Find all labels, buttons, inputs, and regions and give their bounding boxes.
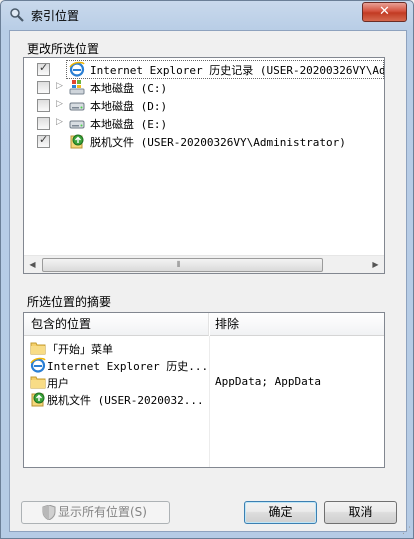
summary-row: 脱机文件 (USER-2020032...	[24, 390, 384, 407]
show-all-locations-button[interactable]: 显示所有位置(S)	[21, 501, 170, 524]
folder-icon	[30, 340, 46, 356]
show-all-locations-label: 显示所有位置(S)	[58, 505, 147, 519]
scroll-thumb[interactable]: ⦀	[42, 258, 323, 272]
summary-label: 所选位置的摘要	[27, 295, 112, 309]
window-title: 索引位置	[31, 9, 80, 23]
location-row[interactable]: ✓ 脱机文件 (USER-20200326VY\Administrator)	[24, 132, 384, 150]
folder-icon	[30, 374, 46, 390]
location-row[interactable]: ▷ 本地磁盘 (C:)	[24, 78, 384, 96]
indexed-locations-window: 索引位置 ✕ 更改所选位置 ✓ Internet Explorer 历史记录 (U…	[0, 0, 414, 539]
location-label: 脱机文件 (USER-20200326VY\Administrator)	[90, 136, 346, 149]
uac-shield-icon	[42, 505, 56, 520]
ie-icon	[69, 61, 85, 77]
scroll-left-arrow-icon[interactable]: ◀	[24, 256, 41, 273]
ie-icon	[30, 357, 46, 373]
resize-grip-icon[interactable]: ⋰	[402, 526, 411, 536]
expand-arrow-icon[interactable]: ▷	[56, 99, 63, 109]
location-checkbox[interactable]	[37, 99, 50, 112]
location-checkbox[interactable]: ✓	[37, 61, 50, 76]
windows-drive-icon	[69, 79, 85, 95]
drive-icon	[69, 97, 85, 113]
expand-arrow-icon[interactable]: ▷	[56, 117, 63, 127]
excluded-locations: AppData; AppData	[215, 375, 321, 388]
location-row[interactable]: ✓ Internet Explorer 历史记录 (USER-20200326VY…	[24, 60, 385, 79]
title-bar[interactable]: 索引位置 ✕	[1, 1, 413, 29]
included-location: Internet Explorer 历史...	[47, 360, 209, 373]
location-checkbox[interactable]: ✓	[37, 133, 50, 148]
location-label: Internet Explorer 历史记录 (USER-20200326VY\…	[90, 64, 385, 77]
included-location: 脱机文件 (USER-2020032...	[47, 394, 204, 407]
offline-files-icon	[69, 133, 85, 149]
location-label: 本地磁盘 (C:)	[90, 82, 168, 95]
included-location: 用户	[47, 377, 69, 390]
change-locations-label: 更改所选位置	[27, 42, 100, 56]
magnifier-icon	[10, 8, 24, 22]
cancel-button[interactable]: 取消	[324, 501, 397, 524]
checkmark-icon: ✓	[39, 133, 49, 146]
location-row[interactable]: ▷ 本地磁盘 (E:)	[24, 114, 384, 132]
ok-button[interactable]: 确定	[244, 501, 317, 524]
close-button[interactable]: ✕	[362, 2, 407, 22]
location-row[interactable]: ▷ 本地磁盘 (D:)	[24, 96, 384, 114]
location-label: 本地磁盘 (E:)	[90, 118, 168, 131]
horizontal-scrollbar[interactable]: ◀ ⦀ ▶	[24, 255, 384, 273]
scroll-grip-icon: ⦀	[177, 260, 182, 269]
location-label: 本地磁盘 (D:)	[90, 100, 168, 113]
checkmark-icon: ✓	[39, 61, 49, 74]
summary-row: 用户 AppData; AppData	[24, 373, 384, 390]
location-checkbox[interactable]	[37, 81, 50, 94]
summary-list: 包含的位置 排除 「开始」菜单 Internet Explorer 历史... 用户…	[23, 312, 385, 468]
summary-row: Internet Explorer 历史...	[24, 356, 384, 373]
expand-arrow-icon[interactable]: ▷	[56, 81, 63, 91]
location-checkbox[interactable]	[37, 117, 50, 130]
drive-icon	[69, 115, 85, 131]
locations-tree[interactable]: ✓ Internet Explorer 历史记录 (USER-20200326VY…	[23, 57, 385, 274]
included-location: 「开始」菜单	[47, 343, 113, 356]
scroll-right-arrow-icon[interactable]: ▶	[367, 256, 384, 273]
summary-row: 「开始」菜单	[24, 339, 384, 356]
column-header-excluded[interactable]: 排除	[210, 313, 384, 336]
offline-files-icon	[30, 391, 46, 407]
column-header-included[interactable]: 包含的位置	[24, 313, 209, 336]
